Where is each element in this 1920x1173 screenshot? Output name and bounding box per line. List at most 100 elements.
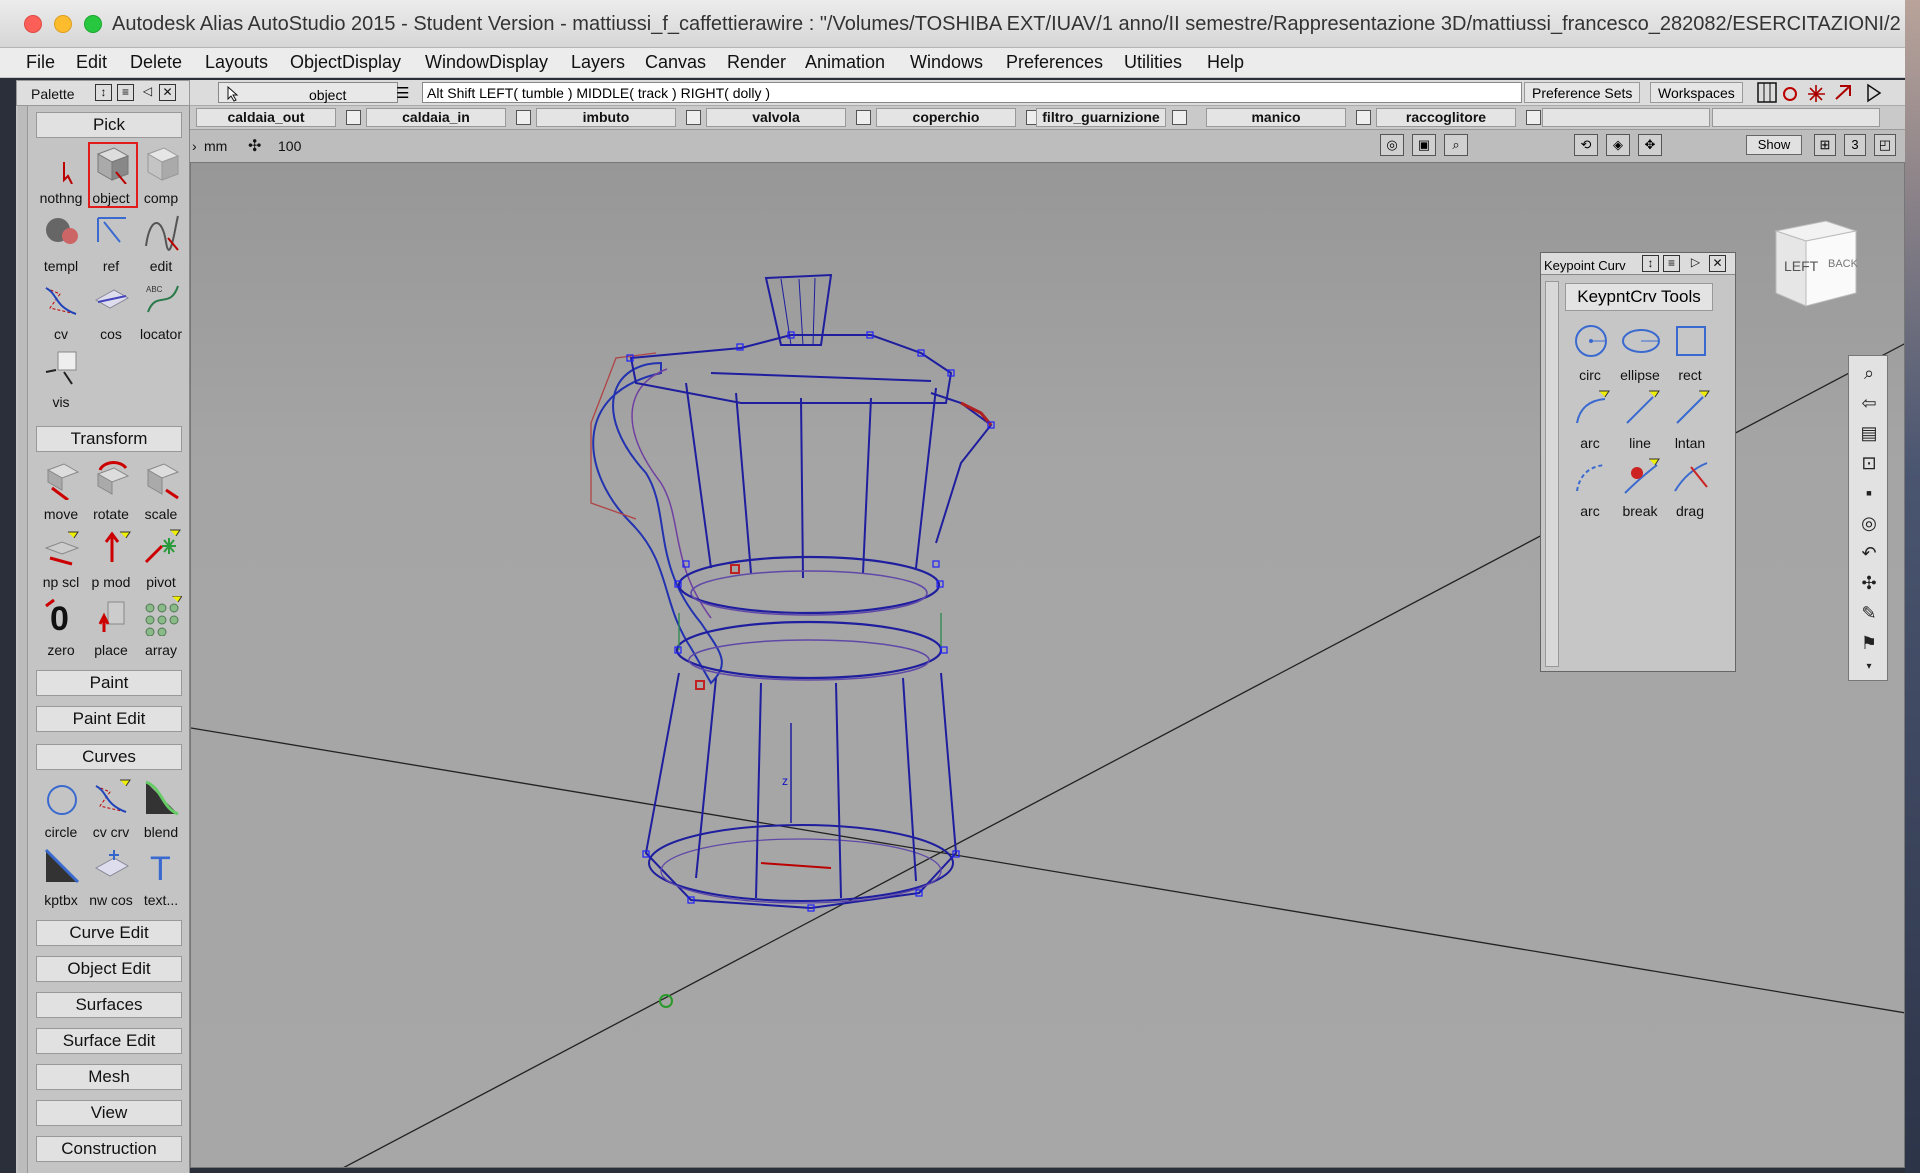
tool-pick-cv[interactable]: cv bbox=[36, 278, 86, 344]
paint-section-header[interactable]: Paint bbox=[36, 670, 182, 696]
paint-edit-section-header[interactable]: Paint Edit bbox=[36, 706, 182, 732]
pick-mode-field[interactable]: object bbox=[218, 82, 398, 103]
close-icon[interactable]: ✕ bbox=[1709, 255, 1726, 272]
layer-visibility-checkbox[interactable] bbox=[686, 110, 701, 125]
menu-delete[interactable]: Delete bbox=[130, 52, 182, 73]
tool-blend[interactable]: blend bbox=[136, 776, 186, 842]
tool-cv-curve[interactable]: cv crv bbox=[86, 776, 136, 842]
undo-view-icon[interactable]: ↶ bbox=[1858, 542, 1880, 564]
tool-pick-locator[interactable]: ABC locator bbox=[136, 278, 186, 344]
tool-text[interactable]: T text... bbox=[136, 844, 186, 910]
surfaces-section-header[interactable]: Surfaces bbox=[36, 992, 182, 1018]
tool-pick-component[interactable]: comp bbox=[136, 142, 186, 208]
frame-icon[interactable]: ⊡ bbox=[1858, 452, 1880, 474]
maximize-view-icon[interactable]: ◰ bbox=[1874, 134, 1896, 156]
zoom-icon[interactable]: ⌕ bbox=[1444, 134, 1468, 156]
tool-proportional-modify[interactable]: p mod bbox=[86, 526, 136, 592]
tool-pivot[interactable]: pivot bbox=[136, 526, 186, 592]
tool-kp-line-tangent[interactable]: lntan bbox=[1665, 387, 1715, 453]
list-icon[interactable]: ≡ bbox=[1663, 255, 1680, 272]
view-count-label[interactable]: 3 bbox=[1844, 134, 1866, 156]
layer-visibility-checkbox[interactable] bbox=[1356, 110, 1371, 125]
tool-new-cos[interactable]: nw cos bbox=[86, 844, 136, 910]
layer-visibility-checkbox[interactable] bbox=[856, 110, 871, 125]
surface-edit-section-header[interactable]: Surface Edit bbox=[36, 1028, 182, 1054]
menu-edit[interactable]: Edit bbox=[76, 52, 107, 73]
empty-layer-slot[interactable] bbox=[1542, 108, 1710, 127]
tool-circle[interactable]: circle bbox=[36, 776, 86, 842]
curves-section-header[interactable]: Curves bbox=[36, 744, 182, 770]
workspaces-button[interactable]: Workspaces bbox=[1650, 82, 1743, 103]
camera-icon[interactable]: ▤ bbox=[1858, 422, 1880, 444]
tool-kp-circle[interactable]: circ bbox=[1565, 319, 1615, 385]
layer-label[interactable]: filtro_guarnizione bbox=[1036, 108, 1166, 127]
construction-section-header[interactable]: Construction bbox=[36, 1136, 182, 1162]
tool-kp-ellipse[interactable]: ellipse bbox=[1615, 319, 1665, 385]
tool-nonprop-scale[interactable]: np scl bbox=[36, 526, 86, 592]
bookmark-icon[interactable]: ⚑ bbox=[1858, 632, 1880, 654]
tool-kp-arc-2[interactable]: arc bbox=[1565, 455, 1615, 521]
expand-icon[interactable]: ▷ bbox=[1687, 255, 1704, 272]
close-window-button[interactable] bbox=[24, 15, 42, 33]
layer-visibility-checkbox[interactable] bbox=[346, 110, 361, 125]
close-icon[interactable]: ✕ bbox=[159, 84, 176, 101]
layer-label[interactable]: imbuto bbox=[536, 108, 676, 127]
keypoint-curve-window[interactable]: Keypoint Curv ↕ ≡ ▷ ✕ KeypntCrv Tools ci… bbox=[1540, 252, 1736, 672]
layer-visibility-checkbox[interactable] bbox=[1526, 110, 1541, 125]
view-section-header[interactable]: View bbox=[36, 1100, 182, 1126]
lookat-icon[interactable]: ◎ bbox=[1858, 512, 1880, 534]
tumble-view-icon[interactable]: ⟲ bbox=[1574, 134, 1598, 156]
menu-windows[interactable]: Windows bbox=[910, 52, 983, 73]
layer-visibility-checkbox[interactable] bbox=[1172, 110, 1187, 125]
keypntcrv-tools-header[interactable]: KeypntCrv Tools bbox=[1565, 283, 1713, 311]
menu-file[interactable]: File bbox=[26, 52, 55, 73]
menu-help[interactable]: Help bbox=[1207, 52, 1244, 73]
minimize-window-button[interactable] bbox=[54, 15, 72, 33]
tool-pick-nothing[interactable]: nothng bbox=[36, 142, 86, 208]
tool-kp-drag[interactable]: drag bbox=[1665, 455, 1715, 521]
tool-kp-break[interactable]: break bbox=[1615, 455, 1665, 521]
tool-pick-object[interactable]: object bbox=[86, 142, 138, 208]
object-edit-section-header[interactable]: Object Edit bbox=[36, 956, 182, 982]
layer-label[interactable]: coperchio bbox=[876, 108, 1016, 127]
menu-render[interactable]: Render bbox=[727, 52, 786, 73]
menu-objectdisplay[interactable]: ObjectDisplay bbox=[290, 52, 401, 73]
keypoint-window-scrollbar[interactable] bbox=[1545, 281, 1559, 667]
mesh-section-header[interactable]: Mesh bbox=[36, 1064, 182, 1090]
menu-animation[interactable]: Animation bbox=[805, 52, 885, 73]
tool-pick-reference[interactable]: ref bbox=[86, 210, 136, 276]
menu-layers[interactable]: Layers bbox=[571, 52, 625, 73]
tool-pick-visible[interactable]: vis bbox=[36, 346, 86, 412]
menu-canvas[interactable]: Canvas bbox=[645, 52, 706, 73]
tool-zero[interactable]: 0 zero bbox=[36, 594, 86, 660]
tool-move[interactable]: move bbox=[36, 458, 86, 524]
camera-icon[interactable]: ◎ bbox=[1380, 134, 1404, 156]
layer-visibility-checkbox[interactable] bbox=[516, 110, 531, 125]
preference-sets-button[interactable]: Preference Sets bbox=[1524, 82, 1641, 103]
tool-pick-edit[interactable]: edit bbox=[136, 210, 186, 276]
resize-icon[interactable]: ↕ bbox=[95, 84, 112, 101]
menu-windowdisplay[interactable]: WindowDisplay bbox=[425, 52, 548, 73]
menu-preferences[interactable]: Preferences bbox=[1006, 52, 1103, 73]
tool-kp-line[interactable]: line bbox=[1615, 387, 1665, 453]
tool-place[interactable]: place bbox=[86, 594, 136, 660]
scroll-down-icon[interactable]: ▾ bbox=[1858, 656, 1880, 678]
keypoint-window-titlebar[interactable]: Keypoint Curv ↕ ≡ ▷ ✕ bbox=[1541, 253, 1735, 275]
collapse-icon[interactable]: ◁ bbox=[139, 84, 156, 101]
zoom-icon[interactable]: ⌕ bbox=[1858, 362, 1880, 384]
tool-pick-template[interactable]: templ bbox=[36, 210, 86, 276]
maximize-window-button[interactable] bbox=[84, 15, 102, 33]
film-strip-icon[interactable]: ⊞ bbox=[1814, 134, 1836, 156]
layer-label[interactable]: raccoglitore bbox=[1376, 108, 1516, 127]
back-icon[interactable]: ⇦ bbox=[1858, 392, 1880, 414]
layer-label[interactable]: caldaia_out bbox=[196, 108, 336, 127]
curve-edit-section-header[interactable]: Curve Edit bbox=[36, 920, 182, 946]
pencil-icon[interactable]: ✎ bbox=[1858, 602, 1880, 624]
pick-section-header[interactable]: Pick bbox=[36, 112, 182, 138]
layer-label[interactable]: manico bbox=[1206, 108, 1346, 127]
resize-icon[interactable]: ↕ bbox=[1642, 255, 1659, 272]
tool-pick-cos[interactable]: cos bbox=[86, 278, 136, 344]
frame-all-icon[interactable]: ▪ bbox=[1858, 482, 1880, 504]
layer-label[interactable]: valvola bbox=[706, 108, 846, 127]
tool-kp-arc[interactable]: arc bbox=[1565, 387, 1615, 453]
